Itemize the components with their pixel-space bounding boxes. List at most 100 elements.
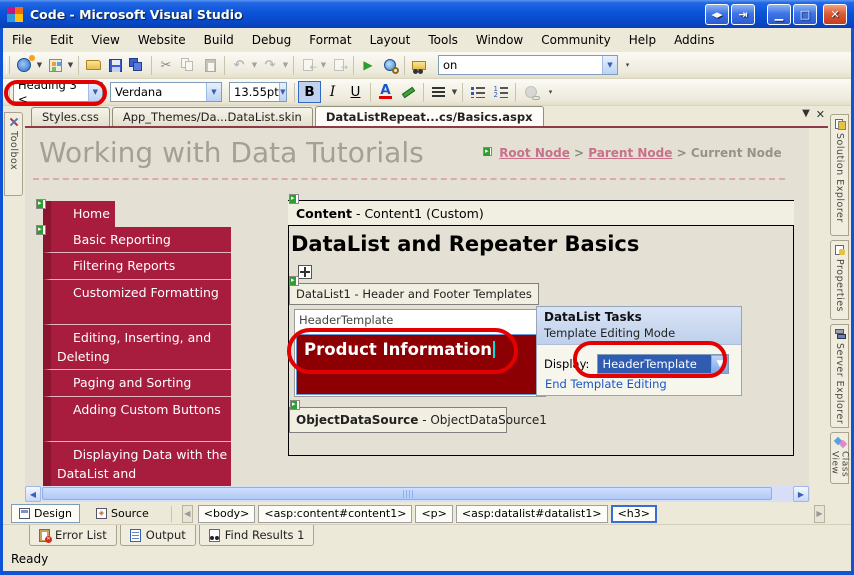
menu-edit[interactable]: Edit (41, 30, 82, 50)
content-smart-tag-icon[interactable]: ▸ (289, 194, 299, 204)
copy-icon[interactable] (177, 54, 199, 76)
tag-p[interactable]: <p> (415, 505, 452, 523)
close-document-icon[interactable]: ✕ (816, 108, 825, 121)
start-debug-icon[interactable]: ▶ (357, 54, 379, 76)
properties-tab[interactable]: Properties (830, 240, 849, 320)
breadcrumb-parent-link[interactable]: Parent Node (588, 146, 672, 160)
save-icon[interactable] (104, 54, 126, 76)
bold-button[interactable]: B (298, 81, 321, 103)
tag-nav-right-icon[interactable]: ▶ (814, 505, 825, 523)
objectdatasource-bar[interactable]: ObjectDataSource - ObjectDataSource1 (289, 407, 507, 433)
font-size-combobox-arrow-icon[interactable]: ▼ (279, 83, 286, 101)
nav-item-home[interactable]: Home (43, 201, 115, 227)
menu-window[interactable]: Window (467, 30, 532, 50)
font-size-combobox[interactable]: 13.55pt ▼ (229, 82, 287, 102)
font-color-icon[interactable]: A (374, 81, 397, 103)
display-dropdown-arrow-icon[interactable]: ▼ (711, 355, 728, 373)
redo-dropdown-icon[interactable]: ▼ (281, 61, 290, 69)
align-dropdown-icon[interactable]: ▼ (450, 88, 459, 96)
menu-debug[interactable]: Debug (243, 30, 300, 50)
undock-button[interactable]: ⇥ (731, 4, 755, 25)
tag-asp-content[interactable]: <asp:content#content1> (258, 505, 412, 523)
nav-item-basic-reporting[interactable]: Basic Reporting (43, 227, 231, 253)
content-control-header[interactable]: Content - Content1 (Custom) (288, 201, 794, 226)
menu-file[interactable]: File (3, 30, 41, 50)
dock-left-right-button[interactable]: ◂▸ (705, 4, 729, 25)
tab-basics-aspx[interactable]: DataListRepeat...cs/Basics.aspx (315, 106, 544, 126)
output-tab[interactable]: Output (120, 525, 196, 546)
toolbar-overflow-icon[interactable]: ▾ (623, 61, 632, 69)
end-template-editing-link[interactable]: End Template Editing (545, 377, 667, 391)
ods-smart-tag-icon[interactable]: ▸ (290, 400, 300, 410)
display-dropdown[interactable]: HeaderTemplate ▼ (597, 354, 729, 374)
new-website-dropdown-icon[interactable]: ▼ (35, 61, 44, 69)
menu-addins[interactable]: Addins (665, 30, 723, 50)
datalist-header-bar[interactable]: DataList1 - Header and Footer Templates (289, 283, 539, 305)
hyperlink-icon[interactable] (519, 81, 542, 103)
underline-button[interactable]: U (344, 81, 367, 103)
minimize-button[interactable]: ▁ (767, 4, 791, 25)
nav-item-editing-inserting-deleting[interactable]: Editing, Inserting, and Deleting (43, 325, 231, 370)
tab-app-themes-skin[interactable]: App_Themes/Da...DataList.skin (112, 107, 313, 126)
search-combobox-arrow-icon[interactable]: ▼ (602, 56, 617, 74)
source-view-button[interactable]: ◈ Source (88, 504, 157, 523)
search-combobox[interactable]: on ▼ (438, 55, 618, 75)
toolbox-tab[interactable]: Toolbox (4, 112, 23, 196)
paste-icon[interactable] (199, 54, 221, 76)
bullet-list-icon[interactable] (466, 81, 489, 103)
move-handle-icon[interactable] (298, 265, 312, 279)
nav-item-filtering-reports[interactable]: Filtering Reports (43, 253, 231, 280)
menu-layout[interactable]: Layout (361, 30, 420, 50)
redo-icon[interactable]: ↷ (259, 54, 281, 76)
numbered-list-icon[interactable]: 1 2 (489, 81, 512, 103)
smart-tag-glyph-icon[interactable]: ▸ (483, 147, 492, 156)
menu-build[interactable]: Build (195, 30, 243, 50)
horizontal-scroll-thumb[interactable] (42, 487, 772, 500)
nav-item-paging-sorting[interactable]: Paging and Sorting (43, 370, 231, 397)
add-new-item-icon[interactable] (44, 54, 66, 76)
menu-community[interactable]: Community (532, 30, 619, 50)
highlight-icon[interactable] (397, 81, 420, 103)
font-combobox[interactable]: Verdana ▼ (110, 82, 222, 102)
menu-format[interactable]: Format (300, 30, 360, 50)
tag-h3[interactable]: <h3> (611, 505, 657, 523)
header-template-editor[interactable]: Product Information (296, 334, 544, 395)
close-button[interactable]: ✕ (823, 4, 847, 25)
font-combobox-arrow-icon[interactable]: ▼ (206, 83, 221, 101)
datalist-smart-tag-icon[interactable]: ▸ (289, 276, 299, 286)
tag-body[interactable]: <body> (198, 505, 256, 523)
save-all-icon[interactable] (126, 54, 148, 76)
nav-item-customized-formatting[interactable]: Customized Formatting (43, 280, 231, 325)
new-website-icon[interactable] (13, 54, 35, 76)
view-in-browser-icon[interactable] (379, 54, 401, 76)
undo-icon[interactable]: ↶ (228, 54, 250, 76)
scroll-left-icon[interactable]: ◀ (25, 486, 41, 502)
maximize-button[interactable]: □ (793, 4, 817, 25)
error-list-tab[interactable]: ✕ Error List (29, 525, 117, 546)
nav-item-adding-custom-buttons[interactable]: Adding Custom Buttons (43, 397, 231, 442)
design-view-button[interactable]: Design (11, 504, 80, 523)
align-left-icon[interactable] (427, 81, 450, 103)
navigate-back-dropdown-icon[interactable]: ▼ (319, 61, 328, 69)
italic-button[interactable]: I (321, 81, 344, 103)
open-file-icon[interactable] (82, 54, 104, 76)
style-combobox[interactable]: Heading 3 < ▼ (13, 82, 103, 102)
server-explorer-tab[interactable]: Server Explorer (830, 324, 849, 428)
nav-item-displaying-data[interactable]: Displaying Data with the DataList and (43, 442, 231, 486)
menu-smart-tag-icon[interactable]: ▸ (36, 199, 46, 209)
menu-smart-tag2-icon[interactable]: ▸ (36, 225, 46, 235)
navigate-back-icon[interactable]: ← (297, 54, 319, 76)
undo-dropdown-icon[interactable]: ▼ (250, 61, 259, 69)
tag-nav-left-icon[interactable]: ◀ (182, 505, 193, 523)
navigate-forward-icon[interactable]: → (328, 54, 350, 76)
add-new-item-dropdown-icon[interactable]: ▼ (66, 61, 75, 69)
menu-tools[interactable]: Tools (419, 30, 467, 50)
tag-asp-datalist[interactable]: <asp:datalist#datalist1> (456, 505, 608, 523)
solution-explorer-tab[interactable]: Solution Explorer (830, 114, 849, 236)
style-combobox-arrow-icon[interactable]: ▼ (88, 83, 102, 101)
breadcrumb-root-link[interactable]: Root Node (499, 146, 570, 160)
menu-website[interactable]: Website (129, 30, 195, 50)
menu-view[interactable]: View (82, 30, 128, 50)
tab-list-dropdown-icon[interactable]: ▼ (802, 108, 810, 121)
formatting-overflow-icon[interactable]: ▾ (546, 88, 555, 96)
